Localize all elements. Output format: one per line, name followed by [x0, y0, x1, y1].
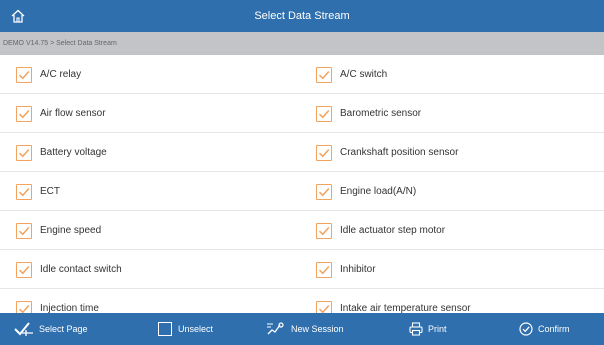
print-label: Print [428, 324, 447, 334]
item-label: Engine load(A/N) [340, 186, 417, 197]
select-page-button[interactable]: Select Page [14, 313, 88, 345]
new-session-button[interactable]: New Session [266, 313, 344, 345]
list-row: Engine speed Idle actuator step motor [0, 211, 604, 250]
check-icon [318, 187, 330, 196]
unselect-button[interactable]: Unselect [158, 313, 213, 345]
data-stream-list: A/C relay A/C switch Air flow sensor Bar… [0, 55, 604, 313]
list-item[interactable]: A/C switch [316, 55, 596, 94]
item-label: Engine speed [40, 225, 102, 236]
new-session-icon [267, 322, 284, 335]
item-label: Air flow sensor [40, 108, 106, 119]
item-label: Intake air temperature sensor [340, 303, 471, 313]
list-row: A/C relay A/C switch [0, 55, 604, 94]
checkbox-checked[interactable] [16, 222, 32, 239]
checkbox-checked[interactable] [16, 144, 32, 161]
checkbox-checked[interactable] [316, 300, 332, 313]
item-label: Injection time [40, 303, 99, 313]
checkbox-checked[interactable] [16, 300, 32, 313]
title-bar: Select Data Stream [0, 0, 604, 32]
item-label: A/C switch [340, 69, 388, 80]
select-page-icon [14, 322, 33, 336]
confirm-check-icon [519, 322, 533, 336]
list-item[interactable]: Idle actuator step motor [316, 211, 596, 250]
list-item[interactable]: Barometric sensor [316, 94, 596, 133]
checkbox-checked[interactable] [316, 183, 332, 200]
check-icon [318, 109, 330, 118]
list-item[interactable]: Engine speed [16, 211, 296, 250]
checkbox-checked[interactable] [316, 144, 332, 161]
select-page-label: Select Page [39, 324, 88, 334]
confirm-label: Confirm [538, 324, 570, 334]
checkbox-checked[interactable] [16, 105, 32, 122]
item-label: A/C relay [40, 69, 82, 80]
checkbox-checked[interactable] [316, 261, 332, 278]
item-label: ECT [40, 186, 60, 197]
check-icon [318, 304, 330, 313]
item-label: Inhibitor [340, 264, 376, 275]
confirm-button[interactable]: Confirm [519, 313, 570, 345]
item-label: Barometric sensor [340, 108, 422, 119]
list-row: Injection time Intake air temperature se… [0, 289, 604, 313]
item-label: Crankshaft position sensor [340, 147, 459, 158]
checkbox-checked[interactable] [316, 105, 332, 122]
unselect-label: Unselect [178, 324, 214, 334]
list-item[interactable]: A/C relay [16, 55, 296, 94]
check-icon [318, 226, 330, 235]
list-item[interactable]: Crankshaft position sensor [316, 133, 596, 172]
list-item[interactable]: Engine load(A/N) [316, 172, 596, 211]
check-icon [18, 226, 30, 235]
check-icon [318, 148, 330, 157]
list-item[interactable]: Inhibitor [316, 250, 596, 289]
list-item[interactable]: Air flow sensor [16, 94, 296, 133]
list-row: Idle contact switch Inhibitor [0, 250, 604, 289]
check-icon [18, 187, 30, 196]
list-item[interactable]: Idle contact switch [16, 250, 296, 289]
checkbox-checked[interactable] [16, 261, 32, 278]
list-item[interactable]: Battery voltage [16, 133, 296, 172]
print-button[interactable]: Print [409, 313, 447, 345]
checkbox-checked[interactable] [16, 183, 32, 200]
check-icon [18, 70, 30, 79]
checkbox-checked[interactable] [16, 66, 32, 83]
check-icon [18, 304, 30, 313]
list-row: Battery voltage Crankshaft position sens… [0, 133, 604, 172]
item-label: Battery voltage [40, 147, 107, 158]
print-icon [409, 322, 423, 336]
bottom-toolbar: Select Page Unselect New Session Print C… [0, 313, 604, 345]
check-icon [318, 70, 330, 79]
list-item[interactable]: ECT [16, 172, 296, 211]
list-item[interactable]: Injection time [16, 289, 296, 313]
list-item[interactable]: Intake air temperature sensor [316, 289, 596, 313]
check-icon [18, 109, 30, 118]
page-title: Select Data Stream [254, 10, 350, 22]
item-label: Idle actuator step motor [340, 225, 446, 236]
item-label: Idle contact switch [40, 264, 122, 275]
check-icon [318, 265, 330, 274]
check-icon [18, 265, 30, 274]
checkbox-checked[interactable] [316, 222, 332, 239]
breadcrumb: DEMO V14.75 > Select Data Stream [0, 32, 604, 55]
new-session-label: New Session [291, 324, 344, 334]
list-row: ECT Engine load(A/N) [0, 172, 604, 211]
checkbox-checked[interactable] [316, 66, 332, 83]
check-icon [18, 148, 30, 157]
list-row: Air flow sensor Barometric sensor [0, 94, 604, 133]
unchecked-box-icon [158, 322, 172, 336]
